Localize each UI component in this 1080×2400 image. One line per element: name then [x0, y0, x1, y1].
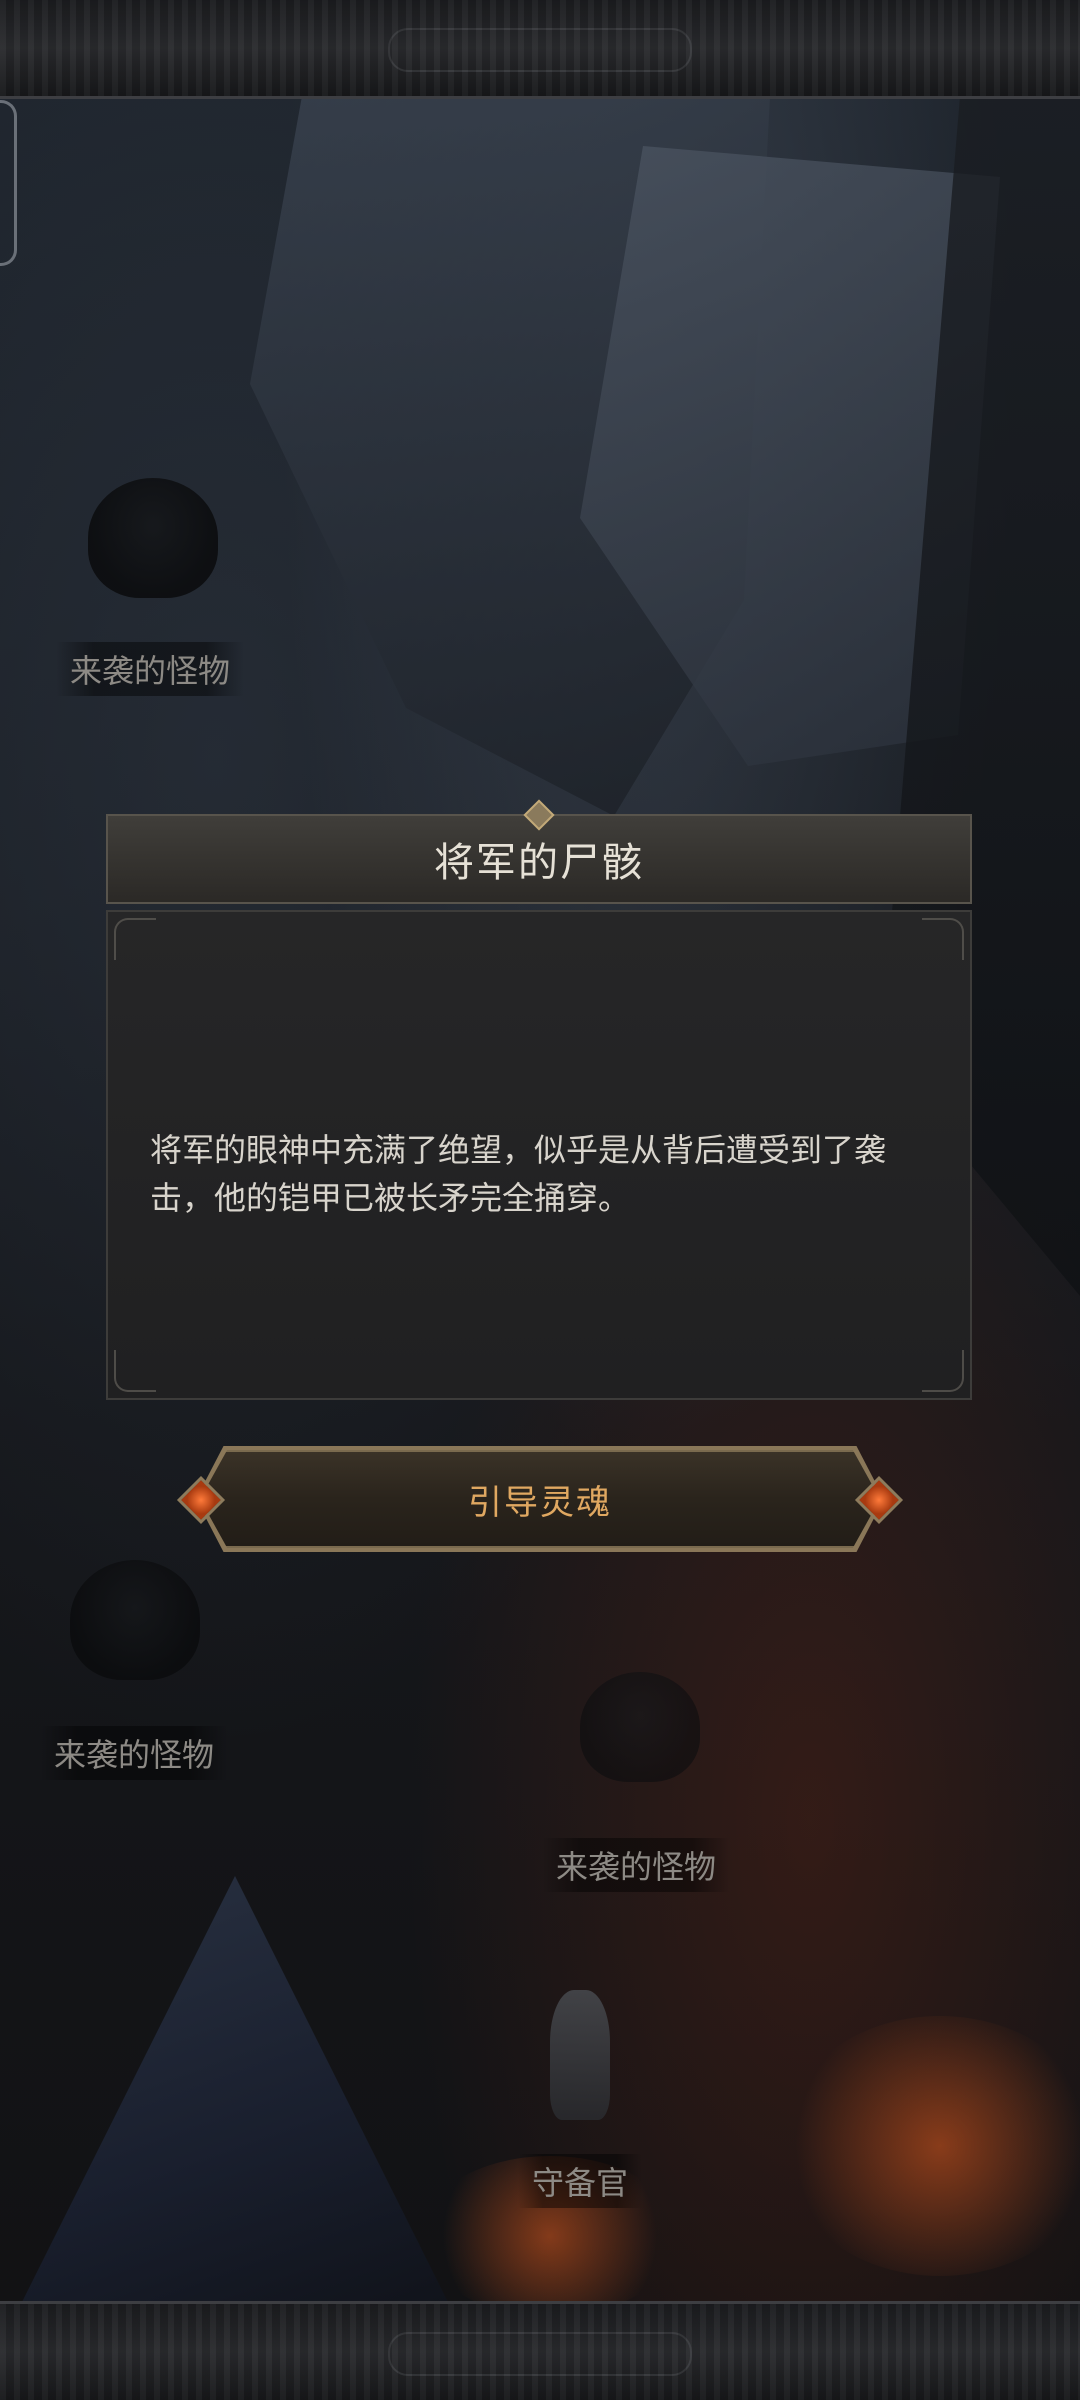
- monster-icon[interactable]: [580, 1672, 700, 1782]
- side-panel-tab[interactable]: [0, 100, 17, 266]
- corner-ornament-icon: [114, 1350, 156, 1392]
- game-screen: 来袭的怪物 来袭的怪物 来袭的怪物 守备官 将军的尸骸 将军的眼神中充满了绝望，…: [0, 0, 1080, 2400]
- monster-icon[interactable]: [88, 478, 218, 598]
- top-frame-bar: [0, 0, 1080, 99]
- guide-soul-label: 引导灵魂: [468, 1482, 612, 1523]
- corner-ornament-icon: [922, 1350, 964, 1392]
- dialog-description: 将军的眼神中充满了绝望，似乎是从背后遭受到了袭击，他的铠甲已被长矛完全捅穿。: [150, 1131, 887, 1217]
- frame-ornament-icon: [388, 2332, 692, 2376]
- monster-label[interactable]: 来袭的怪物: [542, 1838, 731, 1892]
- corner-ornament-icon: [114, 918, 156, 960]
- monster-label[interactable]: 来袭的怪物: [40, 1726, 229, 1780]
- dialog-body: 将军的眼神中充满了绝望，似乎是从背后遭受到了袭击，他的铠甲已被长矛完全捅穿。: [106, 910, 972, 1400]
- fire-glow: [780, 2016, 1080, 2276]
- monster-icon[interactable]: [70, 1560, 200, 1680]
- guide-soul-button[interactable]: 引导灵魂: [170, 1446, 910, 1552]
- tent: [20, 1876, 450, 2306]
- monster-label[interactable]: 来袭的怪物: [56, 642, 245, 696]
- event-dialog: 将军的尸骸 将军的眼神中充满了绝望，似乎是从背后遭受到了袭击，他的铠甲已被长矛完…: [106, 799, 972, 1400]
- corner-ornament-icon: [922, 918, 964, 960]
- guard-npc-icon[interactable]: [550, 1990, 610, 2120]
- guard-label[interactable]: 守备官: [518, 2154, 643, 2208]
- frame-ornament-icon: [388, 28, 692, 72]
- button-face: 引导灵魂: [200, 1450, 880, 1548]
- dialog-title: 将军的尸骸: [434, 840, 644, 886]
- bottom-frame-bar: [0, 2301, 1080, 2400]
